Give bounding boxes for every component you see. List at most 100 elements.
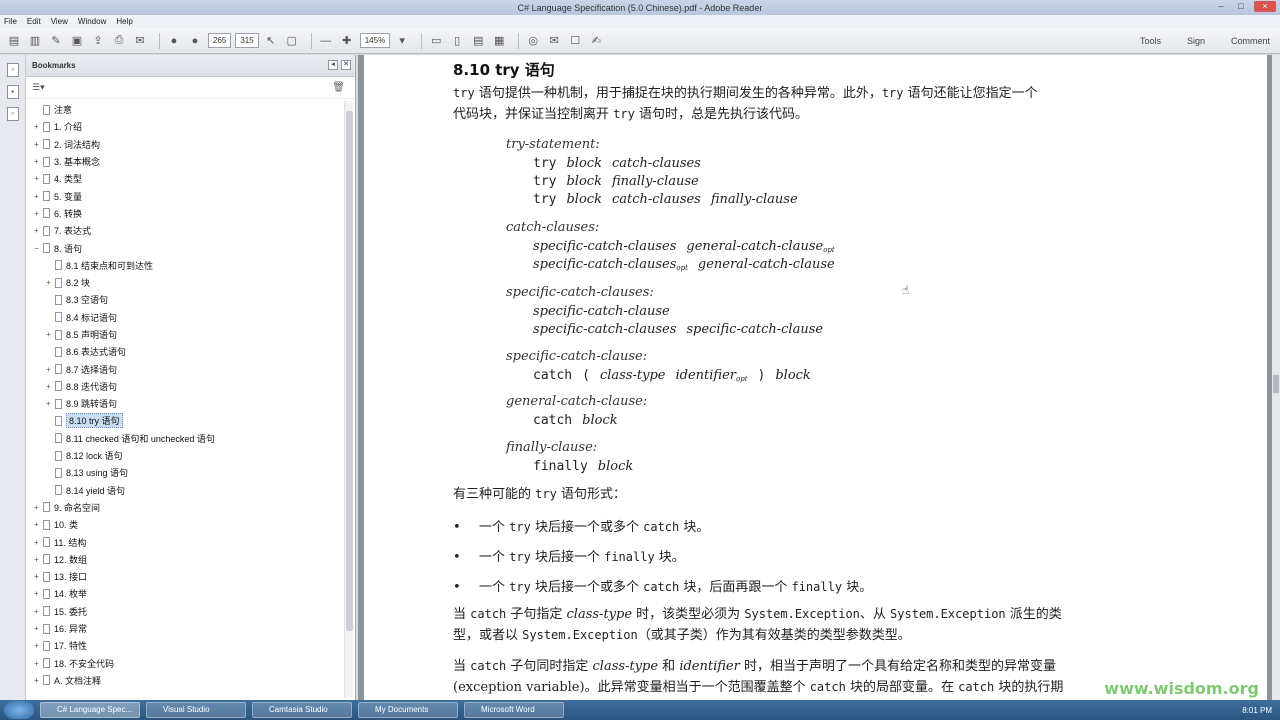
menu-window[interactable]: Window (78, 17, 106, 26)
bookmark-item[interactable]: +9. 命名空间 (26, 499, 344, 516)
delete-icon[interactable]: 🗑 (332, 82, 345, 93)
menu-edit[interactable]: Edit (27, 17, 41, 26)
bookmark-item[interactable]: +16. 异常 (26, 620, 344, 637)
bookmark-item[interactable]: +5. 变量 (26, 187, 344, 204)
comment-icon[interactable]: ✉ (546, 33, 562, 49)
upload-icon[interactable]: ⇪ (90, 33, 106, 49)
menu-help[interactable]: Help (116, 17, 132, 26)
maximize-button[interactable]: □ (1234, 1, 1248, 12)
bookmark-item[interactable]: +17. 特性 (26, 637, 344, 654)
bookmark-item[interactable]: +8.2 块 (26, 274, 344, 291)
bookmark-item[interactable]: 8.6 表达式语句 (26, 343, 344, 360)
taskbar-item[interactable]: Visual Studio (146, 702, 246, 718)
menu-view[interactable]: View (51, 17, 68, 26)
expand-toggle-icon[interactable]: + (32, 572, 41, 581)
email-icon[interactable]: ✉ (132, 33, 148, 49)
bookmark-item[interactable]: +11. 结构 (26, 533, 344, 550)
bookmark-item[interactable]: +1. 介绍 (26, 118, 344, 135)
bookmark-item[interactable]: +10. 类 (26, 516, 344, 533)
expand-toggle-icon[interactable]: + (44, 382, 53, 391)
taskbar-item[interactable]: My Documents (358, 702, 458, 718)
document-scrollbar[interactable] (1272, 55, 1280, 700)
minimize-button[interactable]: – (1214, 1, 1228, 12)
start-button[interactable] (4, 701, 34, 719)
bookmark-item[interactable]: +8.8 迭代语句 (26, 378, 344, 395)
expand-toggle-icon[interactable]: + (32, 192, 41, 201)
expand-toggle-icon[interactable]: + (32, 226, 41, 235)
select-tool-icon[interactable]: ↖ (263, 33, 279, 49)
expand-toggle-icon[interactable]: + (32, 676, 41, 685)
bookmark-item[interactable]: +12. 数组 (26, 551, 344, 568)
bookmark-item[interactable]: 8.3 空语句 (26, 291, 344, 308)
zoom-out-icon[interactable]: — (318, 33, 334, 49)
expand-toggle-icon[interactable]: + (44, 278, 53, 287)
expand-toggle-icon[interactable]: + (32, 122, 41, 131)
bookmark-item[interactable]: +6. 转换 (26, 205, 344, 222)
bookmark-item[interactable]: 8.11 checked 语句和 unchecked 语句 (26, 430, 344, 447)
expand-toggle-icon[interactable]: + (32, 641, 41, 650)
zoom-in-icon[interactable]: ✚ (339, 33, 355, 49)
expand-toggle-icon[interactable]: + (32, 209, 41, 218)
expand-toggle-icon[interactable]: + (32, 503, 41, 512)
clock[interactable]: 8:01 PM (1242, 706, 1272, 715)
taskbar-item[interactable]: Microsoft Word (464, 702, 564, 718)
previous-page-icon[interactable]: ● (166, 33, 182, 49)
create-icon[interactable]: ▥ (27, 33, 43, 49)
sign-pane-button[interactable]: Sign (1187, 36, 1205, 46)
expand-toggle-icon[interactable]: + (32, 174, 41, 183)
zoom-dropdown-icon[interactable]: ▾ (394, 33, 410, 49)
expand-toggle-icon[interactable]: + (44, 399, 53, 408)
hand-tool-icon[interactable]: ▢ (284, 33, 300, 49)
comment-pane-button[interactable]: Comment (1231, 36, 1270, 46)
expand-toggle-icon[interactable]: + (32, 140, 41, 149)
attachments-icon[interactable]: ▫ (6, 107, 19, 121)
sign-icon[interactable]: ✍ (588, 33, 604, 49)
expand-toggle-icon[interactable]: + (44, 365, 53, 374)
bookmark-item[interactable]: +18. 不安全代码 (26, 655, 344, 672)
close-button[interactable]: × (1254, 1, 1276, 12)
bookmark-item[interactable]: +15. 委托 (26, 603, 344, 620)
bookmark-item[interactable]: +8.7 选择语句 (26, 360, 344, 377)
open-icon[interactable]: ▤ (6, 33, 22, 49)
bookmarks-scrollbar[interactable] (344, 101, 353, 698)
scrollbar-thumb[interactable] (346, 111, 353, 631)
bookmark-item[interactable]: +4. 类型 (26, 170, 344, 187)
fit-page-icon[interactable]: ▭ (428, 33, 444, 49)
expand-toggle-icon[interactable]: + (32, 520, 41, 529)
bookmark-item[interactable]: +13. 接口 (26, 568, 344, 585)
bookmark-item[interactable]: 8.13 using 语句 (26, 464, 344, 481)
highlight-icon[interactable]: ☐ (567, 33, 583, 49)
bookmark-item[interactable]: 8.12 lock 语句 (26, 447, 344, 464)
bookmark-item[interactable]: +7. 表达式 (26, 222, 344, 239)
expand-toggle-icon[interactable]: + (32, 659, 41, 668)
search-icon[interactable]: ◎ (525, 33, 541, 49)
expand-toggle-icon[interactable]: + (32, 538, 41, 547)
menu-file[interactable]: File (4, 17, 17, 26)
bookmark-item[interactable]: +14. 枚举 (26, 585, 344, 602)
expand-toggle-icon[interactable]: − (32, 244, 41, 253)
bookmark-item[interactable]: +8.9 跳转语句 (26, 395, 344, 412)
expand-toggle-icon[interactable]: + (32, 157, 41, 166)
fit-width-icon[interactable]: ▯ (449, 33, 465, 49)
taskbar-item[interactable]: Camtasia Studio (252, 702, 352, 718)
options-icon[interactable]: ☰▾ (32, 82, 45, 93)
scrolling-mode-icon[interactable]: ▤ (470, 33, 486, 49)
next-page-icon[interactable]: ● (187, 33, 203, 49)
print-icon[interactable]: ⎙ (111, 33, 127, 49)
page-thumbnails-icon[interactable]: ▫ (6, 63, 19, 77)
bookmark-item[interactable]: 8.1 结束点和可到达性 (26, 257, 344, 274)
bookmark-item[interactable]: + A. 文档注释 (26, 672, 344, 689)
expand-toggle-icon[interactable]: + (32, 589, 41, 598)
scrollbar-thumb[interactable] (1273, 375, 1279, 393)
taskbar-item[interactable]: C# Language Spec... (40, 702, 140, 718)
bookmark-item[interactable]: 8.4 标记语句 (26, 309, 344, 326)
bookmark-item[interactable]: +3. 基本概念 (26, 153, 344, 170)
tools-pane-button[interactable]: Tools (1140, 36, 1161, 46)
bookmark-item[interactable]: − 8. 语句 (26, 239, 344, 256)
bookmark-item[interactable]: 8.14 yield 语句 (26, 482, 344, 499)
save-icon[interactable]: ▣ (69, 33, 85, 49)
bookmark-item[interactable]: 8.10 try 语句 (26, 412, 344, 429)
expand-toggle-icon[interactable]: + (32, 607, 41, 616)
bookmarks-icon[interactable]: ▪ (6, 85, 19, 99)
expand-toggle-icon[interactable]: + (32, 555, 41, 564)
